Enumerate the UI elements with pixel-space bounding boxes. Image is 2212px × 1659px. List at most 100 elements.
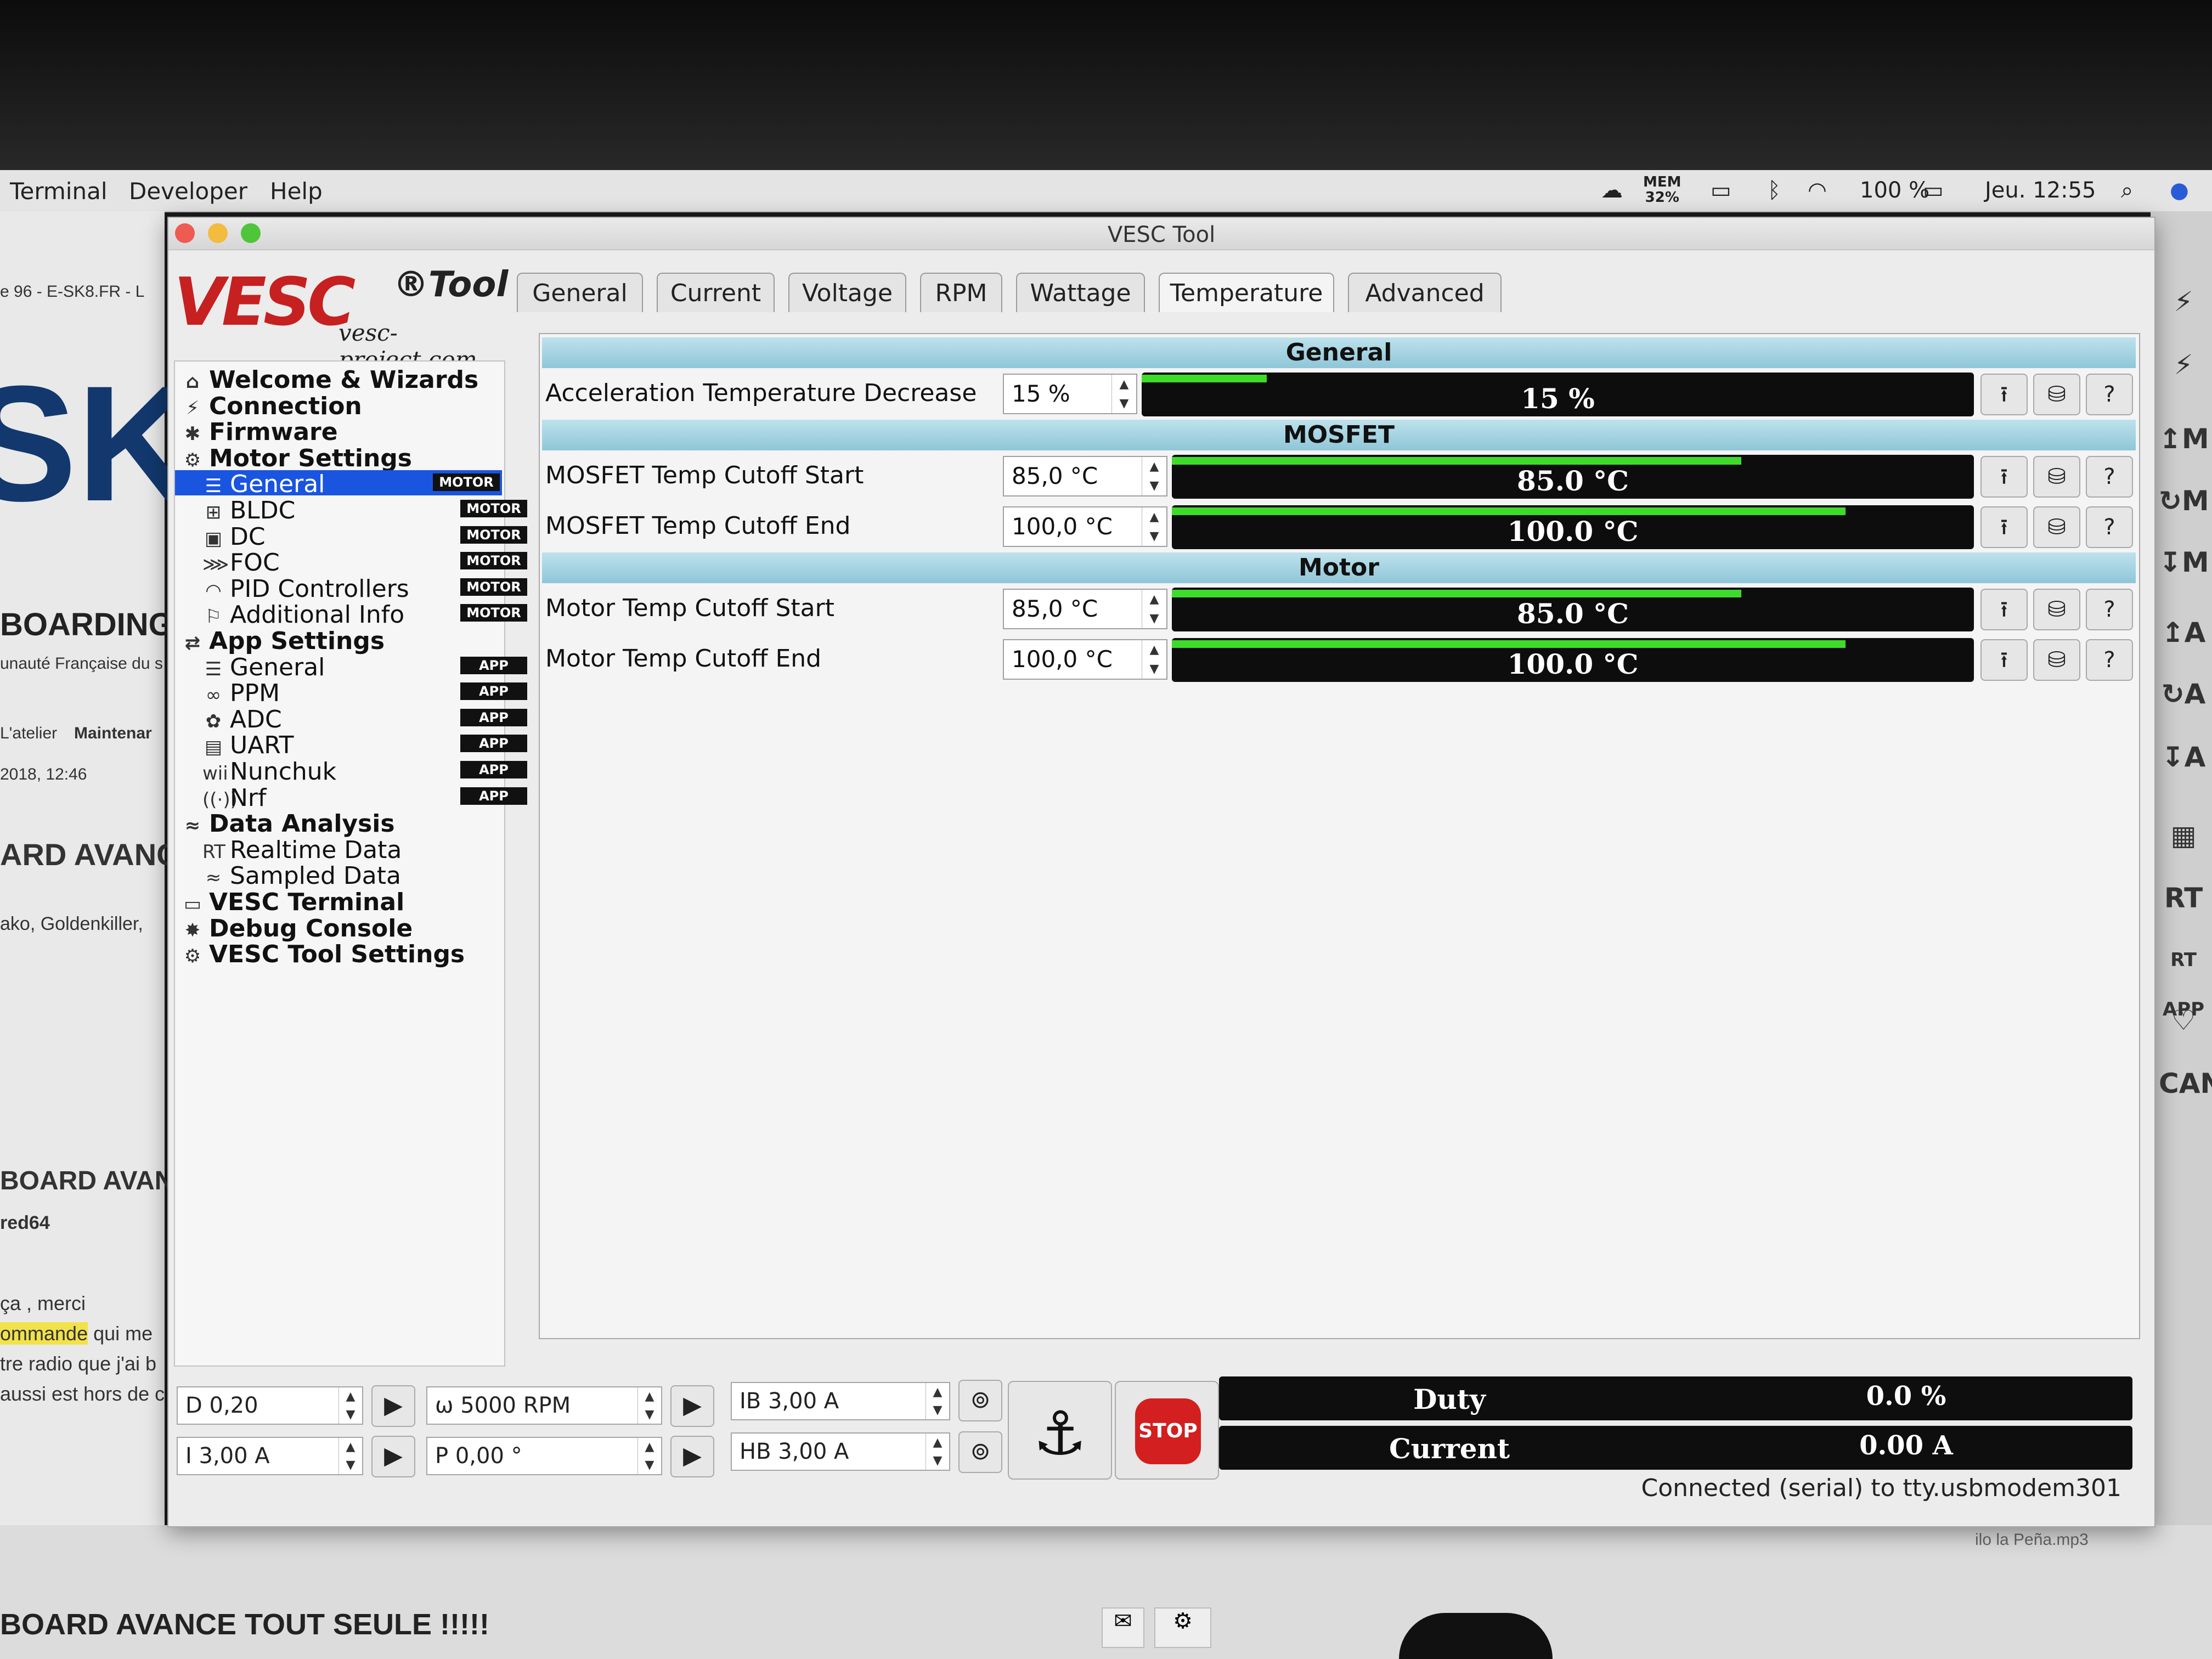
sidebar-item-realtime-data[interactable]: RT Realtime Data xyxy=(202,836,402,864)
help-icon[interactable]: ? xyxy=(2086,589,2133,630)
help-icon[interactable]: ? xyxy=(2086,456,2133,498)
tab-temperature[interactable]: Temperature xyxy=(1159,273,1334,312)
menu-developer[interactable]: Developer xyxy=(129,178,247,205)
database-icon[interactable]: ⛁ xyxy=(2033,456,2080,498)
sidebar-item-app-settings[interactable]: ⇄ App Settings xyxy=(182,627,385,655)
position-input[interactable]: P 0,00 ° ▲ ▼ xyxy=(426,1437,662,1475)
sidebar-item-bldc[interactable]: ⊞ BLDC MOTOR xyxy=(202,496,527,524)
sidebar-item-additional-info[interactable]: ⚐ Additional Info MOTOR xyxy=(202,601,527,629)
upload-icon[interactable]: ⭱ xyxy=(1980,506,2028,548)
position-stepper[interactable]: ▲ ▼ xyxy=(637,1438,661,1474)
brake-button[interactable]: ⊚ xyxy=(958,1380,1002,1421)
sidebar-item-debug-console[interactable]: ✸ Debug Console xyxy=(182,915,413,943)
help-icon[interactable]: ? xyxy=(2086,374,2133,415)
duty-input[interactable]: D 0,20 ▲ ▼ xyxy=(177,1386,363,1425)
bluetooth-icon[interactable]: ᛒ xyxy=(1768,178,1781,203)
database-icon[interactable]: ⛁ xyxy=(2033,506,2080,548)
param-value-input[interactable]: 15 % ▲ ▼ xyxy=(1003,374,1137,414)
anchor-button[interactable]: ⚓ xyxy=(1008,1381,1112,1480)
current-stepper[interactable]: ▲ ▼ xyxy=(338,1438,362,1474)
param-stepper[interactable]: ▲ ▼ xyxy=(1142,640,1166,679)
read-default-motor-config-icon[interactable]: ↻M xyxy=(2159,476,2209,526)
menu-help[interactable]: Help xyxy=(270,178,323,205)
stop-button[interactable]: STOP xyxy=(1115,1381,1219,1480)
tab-advanced[interactable]: Advanced xyxy=(1348,273,1502,312)
siri-icon[interactable]: ● xyxy=(2170,178,2189,203)
sidebar-item-firmware[interactable]: ✱ Firmware xyxy=(182,418,338,446)
help-icon[interactable]: ? xyxy=(2086,639,2133,681)
sidebar-item-ppm[interactable]: ∞ PPM APP xyxy=(202,679,527,707)
battery-percent[interactable]: 100 % xyxy=(1860,178,1929,203)
memory-indicator[interactable]: MEM 32% xyxy=(1643,174,1681,205)
sidebar-item-vesc-terminal[interactable]: ▭ VESC Terminal xyxy=(182,888,404,916)
clock[interactable]: Jeu. 12:55 xyxy=(1985,178,2096,203)
rpm-input[interactable]: ω 5000 RPM ▲ ▼ xyxy=(426,1386,662,1425)
upload-icon[interactable]: ⭱ xyxy=(1980,639,2028,681)
can-fwd-icon[interactable]: CAN xyxy=(2159,1059,2212,1108)
realtime-data-icon[interactable]: RT xyxy=(2159,873,2208,923)
sidebar-item-vesc-tool-settings[interactable]: ⚙ VESC Tool Settings xyxy=(182,940,465,968)
database-icon[interactable]: ⛁ xyxy=(2033,639,2080,681)
param-value-input[interactable]: 100,0 °C ▲ ▼ xyxy=(1003,639,1167,680)
sidebar-item-data-analysis[interactable]: ≈ Data Analysis xyxy=(182,810,395,838)
read-motor-config-icon[interactable]: ↥M xyxy=(2159,414,2209,464)
upload-icon[interactable]: ⭱ xyxy=(1980,374,2028,415)
help-icon[interactable]: ? xyxy=(2086,506,2133,548)
param-stepper[interactable]: ▲ ▼ xyxy=(1142,457,1166,495)
upload-icon[interactable]: ⭱ xyxy=(1980,456,2028,498)
tab-general[interactable]: General xyxy=(517,273,643,312)
sidebar-item-welcome-wizards[interactable]: ⌂ Welcome & Wizards xyxy=(182,366,478,394)
write-app-config-icon[interactable]: ↧A xyxy=(2159,732,2208,782)
play-rpm-button[interactable]: ▶ xyxy=(670,1385,714,1427)
handbrake-current-input[interactable]: HB 3,00 A ▲ ▼ xyxy=(731,1432,950,1471)
param-stepper[interactable]: ▲ ▼ xyxy=(1142,590,1166,628)
play-duty-button[interactable]: ▶ xyxy=(371,1385,415,1427)
param-value-input[interactable]: 100,0 °C ▲ ▼ xyxy=(1003,506,1167,547)
write-motor-config-icon[interactable]: ↧M xyxy=(2159,538,2209,587)
database-icon[interactable]: ⛁ xyxy=(2033,589,2080,630)
read-default-app-config-icon[interactable]: ↻A xyxy=(2159,669,2208,719)
param-stepper[interactable]: ▲ ▼ xyxy=(1111,375,1136,413)
realtime-app-data-icon[interactable]: RT APP xyxy=(2159,935,2208,1020)
sidebar-item-motor-settings[interactable]: ⚙ Motor Settings xyxy=(182,444,412,472)
sidebar-item-nrf[interactable]: ((·))Nrf APP xyxy=(202,784,527,812)
spotlight-search-icon[interactable]: ⌕ xyxy=(2121,178,2133,203)
tab-wattage[interactable]: Wattage xyxy=(1016,273,1145,312)
breadcrumb-maintenance[interactable]: Maintenar xyxy=(74,724,152,743)
handbrake-button[interactable]: ⊚ xyxy=(958,1431,1002,1473)
param-stepper[interactable]: ▲ ▼ xyxy=(1142,507,1166,546)
sidebar-item-connection[interactable]: ⚡ Connection xyxy=(182,392,362,420)
menu-terminal[interactable]: Terminal xyxy=(10,178,108,205)
tab-voltage[interactable]: Voltage xyxy=(788,273,906,312)
tab-current[interactable]: Current xyxy=(657,273,775,312)
comment-icon[interactable]: ✉ xyxy=(1102,1607,1144,1648)
sidebar-item-foc[interactable]: ⋙FOC MOTOR xyxy=(202,549,527,577)
breadcrumb-atelier[interactable]: L'atelier xyxy=(0,724,57,743)
handbrake-stepper[interactable]: ▲ ▼ xyxy=(926,1434,949,1470)
sidebar-item-pid-controllers[interactable]: ◠ PID Controllers MOTOR xyxy=(202,575,527,603)
current-input[interactable]: I 3,00 A ▲ ▼ xyxy=(177,1437,363,1475)
tab-rpm[interactable]: RPM xyxy=(920,273,1002,312)
play-current-button[interactable]: ▶ xyxy=(371,1436,415,1477)
duty-stepper[interactable]: ▲ ▼ xyxy=(338,1387,362,1424)
heart-icon[interactable]: ♡ xyxy=(2159,996,2208,1045)
sidebar-item-uart[interactable]: ▤ UART APP xyxy=(202,731,527,759)
sidebar-item-sampled-data[interactable]: ≈ Sampled Data xyxy=(202,862,401,890)
disconnect-icon[interactable]: ⚡ xyxy=(2159,340,2208,390)
sidebar-item-nunchuk[interactable]: wiiNunchuk APP xyxy=(202,758,527,786)
airplay-icon[interactable]: ▭ xyxy=(1711,178,1731,203)
sidebar-item-dc[interactable]: ▣ DC MOTOR xyxy=(202,523,527,551)
connect-icon[interactable]: ⚡ xyxy=(2159,277,2208,326)
param-value-input[interactable]: 85,0 °C ▲ ▼ xyxy=(1003,589,1167,629)
sidebar-item-adc[interactable]: ✿ ADC APP xyxy=(202,706,527,733)
play-position-button[interactable]: ▶ xyxy=(670,1436,714,1477)
brake-stepper[interactable]: ▲ ▼ xyxy=(926,1383,949,1419)
creative-cloud-icon[interactable]: ☁ xyxy=(1601,178,1623,203)
param-value-input[interactable]: 85,0 °C ▲ ▼ xyxy=(1003,456,1167,496)
database-icon[interactable]: ⛁ xyxy=(2033,374,2080,415)
rpm-stepper[interactable]: ▲ ▼ xyxy=(637,1387,661,1424)
tree-icon[interactable]: ▦ xyxy=(2159,811,2208,860)
read-app-config-icon[interactable]: ↥A xyxy=(2159,608,2208,657)
brake-current-input[interactable]: IB 3,00 A ▲ ▼ xyxy=(731,1382,950,1420)
upload-icon[interactable]: ⭱ xyxy=(1980,589,2028,630)
